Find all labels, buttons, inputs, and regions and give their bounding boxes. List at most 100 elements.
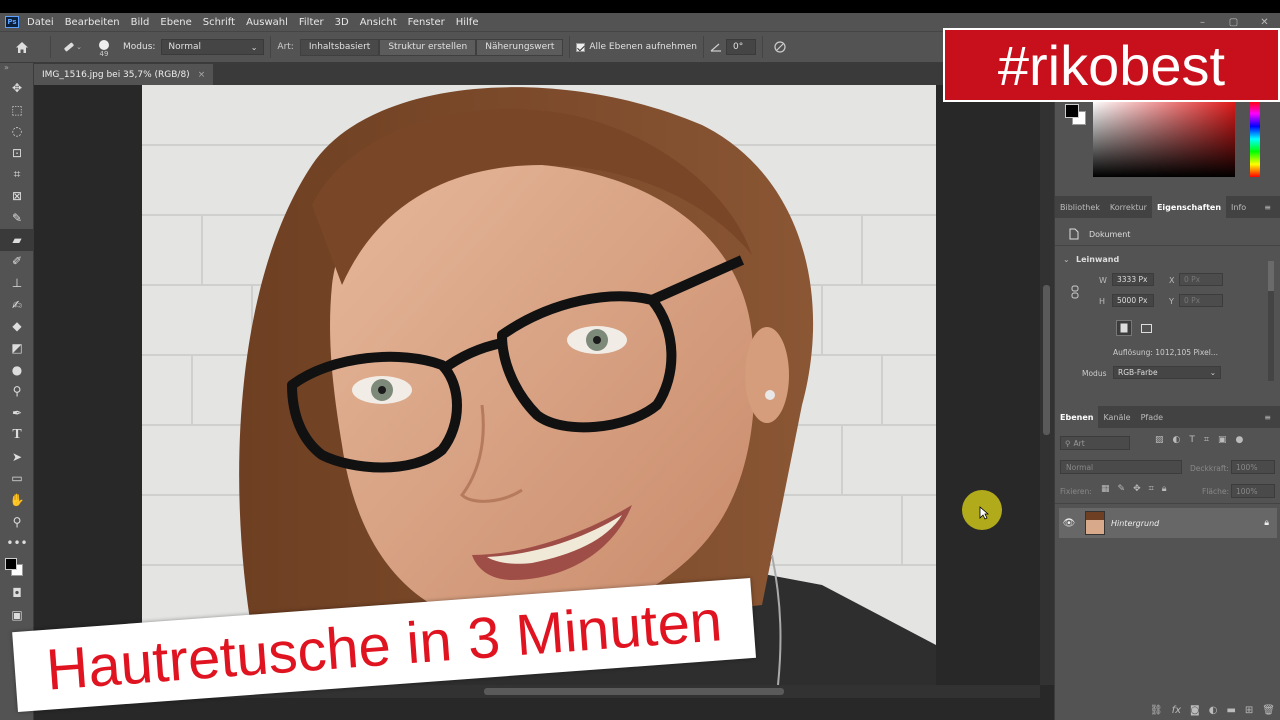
path-select-icon[interactable]: ➤ bbox=[0, 446, 34, 468]
layer-filter-select[interactable]: ⚲ Art bbox=[1060, 436, 1130, 450]
menu-bild[interactable]: Bild bbox=[131, 17, 150, 28]
pen-icon[interactable]: ✒ bbox=[0, 402, 34, 424]
foreground-color[interactable] bbox=[1065, 104, 1079, 118]
zoom-icon[interactable]: ⚲ bbox=[0, 511, 34, 533]
tab-bibliothek[interactable]: Bibliothek bbox=[1055, 196, 1105, 218]
blur-icon[interactable]: ● bbox=[0, 359, 34, 381]
landscape-orientation-button[interactable] bbox=[1138, 320, 1154, 336]
lock-brush-icon[interactable]: ✎ bbox=[1118, 484, 1126, 494]
art-naeherung-button[interactable]: Näherungswert bbox=[476, 38, 564, 56]
menu-ebene[interactable]: Ebene bbox=[160, 17, 191, 28]
menu-3d[interactable]: 3D bbox=[335, 17, 349, 28]
collapse-icon[interactable]: » bbox=[0, 63, 33, 77]
vertical-scrollbar[interactable] bbox=[1040, 85, 1054, 685]
stamp-icon[interactable]: ⊥ bbox=[0, 272, 34, 294]
fx-icon[interactable]: fx bbox=[1172, 705, 1181, 716]
lock-transparent-icon[interactable]: ▦ bbox=[1101, 484, 1110, 494]
close-tab-icon[interactable]: × bbox=[198, 70, 206, 80]
filter-type-icon[interactable]: T bbox=[1189, 435, 1195, 445]
tab-kanaele[interactable]: Kanäle bbox=[1098, 406, 1135, 428]
menu-schrift[interactable]: Schrift bbox=[203, 17, 235, 28]
pressure-icon[interactable] bbox=[773, 40, 787, 54]
fill-input[interactable]: 100% bbox=[1231, 484, 1275, 498]
eyedropper-icon[interactable]: ✎ bbox=[0, 207, 34, 229]
more-icon[interactable]: ••• bbox=[0, 532, 34, 554]
minimize-button[interactable]: – bbox=[1187, 17, 1218, 28]
lasso-icon[interactable]: ◌ bbox=[0, 120, 34, 142]
foreground-color[interactable] bbox=[5, 558, 17, 571]
hand-icon[interactable]: ✋ bbox=[0, 489, 34, 511]
menu-ansicht[interactable]: Ansicht bbox=[360, 17, 397, 28]
new-layer-icon[interactable]: ⊞ bbox=[1245, 705, 1253, 716]
menu-hilfe[interactable]: Hilfe bbox=[456, 17, 479, 28]
lock-artboard-icon[interactable]: ⌗ bbox=[1149, 484, 1154, 494]
portrait-orientation-button[interactable] bbox=[1116, 320, 1132, 336]
healing-brush-icon[interactable]: ▰ bbox=[0, 228, 34, 251]
lock-position-icon[interactable]: ✥ bbox=[1133, 484, 1141, 494]
menu-auswahl[interactable]: Auswahl bbox=[246, 17, 288, 28]
art-struktur-button[interactable]: Struktur erstellen bbox=[379, 38, 477, 56]
adjustment-layer-icon[interactable]: ◐ bbox=[1209, 705, 1218, 716]
modus-select[interactable]: Normal ⌄ bbox=[161, 39, 265, 55]
tab-info[interactable]: Info bbox=[1226, 196, 1251, 218]
panel-menu-icon[interactable]: ≡ bbox=[1259, 196, 1276, 218]
brush-icon[interactable]: ✐ bbox=[0, 251, 34, 273]
eye-icon[interactable]: 👁︎ bbox=[1059, 518, 1079, 529]
close-window-button[interactable]: ✕ bbox=[1249, 17, 1280, 28]
width-input[interactable]: 3333 Px bbox=[1112, 273, 1154, 286]
panel-menu-icon[interactable]: ≡ bbox=[1259, 406, 1276, 428]
link-layers-icon[interactable]: ⛓ bbox=[1150, 705, 1163, 716]
filter-pixel-icon[interactable]: ▨ bbox=[1155, 435, 1164, 445]
crop-icon[interactable]: ⌗ bbox=[0, 164, 34, 186]
color-spectrum[interactable] bbox=[1093, 101, 1235, 177]
quick-select-icon[interactable]: ⊡ bbox=[0, 142, 34, 164]
menu-filter[interactable]: Filter bbox=[299, 17, 324, 28]
color-mode-select[interactable]: RGB-Farbe ⌄ bbox=[1113, 366, 1221, 379]
filter-toggle-icon[interactable]: ● bbox=[1235, 435, 1243, 445]
quick-mask-icon[interactable]: ◘ bbox=[0, 582, 34, 604]
chevron-down-icon[interactable]: ⌄ bbox=[1063, 255, 1070, 264]
add-mask-icon[interactable]: ◙ bbox=[1190, 705, 1200, 716]
x-input[interactable]: 0 Px bbox=[1179, 273, 1223, 286]
hue-slider[interactable] bbox=[1250, 101, 1260, 177]
menu-datei[interactable]: Datei bbox=[27, 17, 54, 28]
shape-icon[interactable]: ▭ bbox=[0, 467, 34, 489]
menu-fenster[interactable]: Fenster bbox=[408, 17, 445, 28]
delete-layer-icon[interactable]: 🗑︎ bbox=[1262, 705, 1275, 716]
screen-mode-icon[interactable]: ▣ bbox=[0, 604, 34, 626]
dodge-icon[interactable]: ⚲ bbox=[0, 381, 34, 403]
tab-pfade[interactable]: Pfade bbox=[1136, 406, 1169, 428]
art-inhaltsbasiert-button[interactable]: Inhaltsbasiert bbox=[299, 38, 380, 56]
opacity-input[interactable]: 100% bbox=[1231, 460, 1275, 474]
angle-input[interactable]: 0° bbox=[726, 39, 756, 55]
color-swatches[interactable] bbox=[0, 554, 34, 582]
scroll-thumb[interactable] bbox=[484, 688, 784, 695]
home-button[interactable] bbox=[0, 32, 44, 62]
restore-button[interactable]: ▢ bbox=[1218, 17, 1249, 28]
filter-shape-icon[interactable]: ⌗ bbox=[1204, 435, 1209, 445]
layer-row-hintergrund[interactable]: 👁︎ Hintergrund 🔒︎ bbox=[1059, 508, 1277, 538]
frame-icon[interactable]: ⊠ bbox=[0, 185, 34, 207]
eraser-icon[interactable]: ◆ bbox=[0, 316, 34, 338]
link-icon[interactable] bbox=[1071, 285, 1079, 299]
properties-scrollbar[interactable] bbox=[1268, 261, 1274, 381]
menu-bearbeiten[interactable]: Bearbeiten bbox=[65, 17, 120, 28]
move-icon[interactable]: ✥ bbox=[0, 77, 34, 99]
tab-eigenschaften[interactable]: Eigenschaften bbox=[1151, 196, 1227, 218]
lock-all-icon[interactable]: 🔒︎ bbox=[1162, 484, 1167, 494]
y-input[interactable]: 0 Px bbox=[1179, 294, 1223, 307]
marquee-icon[interactable]: ⬚ bbox=[0, 99, 34, 121]
brush-size-picker[interactable]: 49 bbox=[87, 32, 121, 62]
filter-adjustment-icon[interactable]: ◐ bbox=[1173, 435, 1181, 445]
tool-preset-picker[interactable]: ⌄ bbox=[57, 40, 87, 54]
scroll-thumb[interactable] bbox=[1268, 261, 1274, 291]
sample-all-checkbox[interactable] bbox=[576, 42, 586, 52]
document-tab[interactable]: IMG_1516.jpg bei 35,7% (RGB/8) × bbox=[34, 64, 214, 85]
scroll-thumb[interactable] bbox=[1043, 285, 1050, 435]
tab-korrektur[interactable]: Korrektur bbox=[1105, 196, 1152, 218]
tab-ebenen[interactable]: Ebenen bbox=[1055, 406, 1099, 428]
paint-bucket-icon[interactable]: ◩ bbox=[0, 337, 34, 359]
new-group-icon[interactable]: ▬ bbox=[1226, 705, 1235, 716]
filter-smart-icon[interactable]: ▣ bbox=[1218, 435, 1227, 445]
type-icon[interactable]: T bbox=[0, 424, 34, 446]
